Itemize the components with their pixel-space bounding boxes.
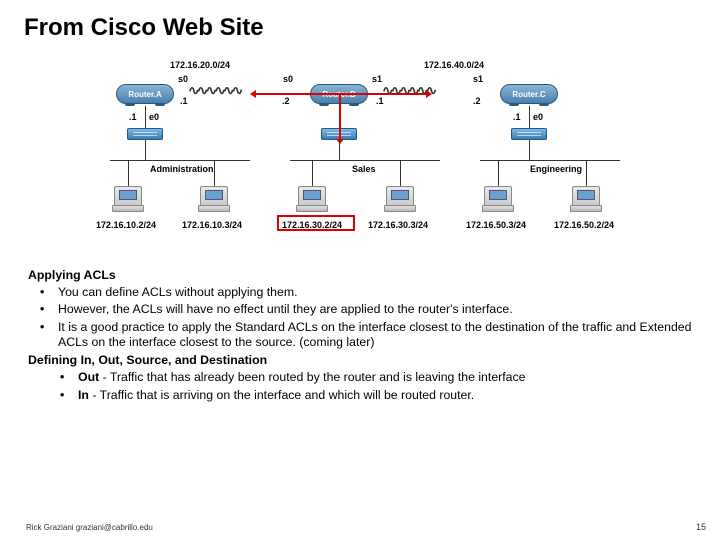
addr-label: .1 bbox=[376, 96, 384, 106]
link bbox=[529, 106, 530, 128]
iface-label: e0 bbox=[149, 112, 159, 122]
page-number: 15 bbox=[696, 522, 706, 532]
pc-icon bbox=[114, 186, 142, 208]
link bbox=[312, 160, 313, 186]
section-heading: Defining In, Out, Source, and Destinatio… bbox=[28, 353, 692, 369]
link bbox=[400, 160, 401, 186]
addr-label: .2 bbox=[282, 96, 290, 106]
body-text: Applying ACLs You can define ACLs withou… bbox=[0, 268, 720, 403]
iface-label: s1 bbox=[473, 74, 483, 84]
addr-label: .1 bbox=[180, 96, 188, 106]
traffic-arrow-down bbox=[339, 93, 341, 139]
link bbox=[214, 160, 215, 186]
term: Out bbox=[78, 370, 99, 384]
pc-icon bbox=[386, 186, 414, 208]
highlight-box bbox=[277, 215, 355, 231]
host-label: 172.16.50.2/24 bbox=[554, 220, 614, 230]
pc-icon bbox=[572, 186, 600, 208]
iface-label: s0 bbox=[283, 74, 293, 84]
switch-icon bbox=[511, 128, 547, 140]
footer-author: Rick Graziani graziani@cabrillo.edu bbox=[26, 523, 153, 532]
link bbox=[145, 140, 146, 160]
list-item: It is a good practice to apply the Stand… bbox=[38, 320, 692, 351]
pc-icon bbox=[484, 186, 512, 208]
section-heading: Applying ACLs bbox=[28, 268, 692, 284]
router-a-icon: Router.A bbox=[116, 84, 174, 104]
link bbox=[586, 160, 587, 186]
link bbox=[128, 160, 129, 186]
host-label: 172.16.10.2/24 bbox=[96, 220, 156, 230]
subnet-label: 172.16.40.0/24 bbox=[424, 60, 484, 70]
serial-link: ∿∿∿∿∿∿ bbox=[188, 83, 240, 98]
lan-bus bbox=[110, 160, 250, 161]
link bbox=[529, 140, 530, 160]
list-item: However, the ACLs will have no effect un… bbox=[38, 302, 692, 318]
host-label: 172.16.10.3/24 bbox=[182, 220, 242, 230]
lan-label: Administration bbox=[150, 164, 214, 174]
iface-label: s1 bbox=[372, 74, 382, 84]
addr-label: .1 bbox=[129, 112, 137, 122]
list-item: You can define ACLs without applying the… bbox=[38, 285, 692, 301]
addr-label: .2 bbox=[473, 96, 481, 106]
lan-label: Engineering bbox=[530, 164, 582, 174]
router-c-icon: Router.C bbox=[500, 84, 558, 104]
term: In bbox=[78, 388, 89, 402]
switch-icon bbox=[127, 128, 163, 140]
page-title: From Cisco Web Site bbox=[0, 0, 720, 42]
network-diagram: 172.16.20.0/24 172.16.40.0/24 Router.A R… bbox=[100, 60, 620, 260]
list-item: Out - Traffic that has already been rout… bbox=[58, 370, 692, 386]
pc-icon bbox=[200, 186, 228, 208]
host-label: 172.16.50.3/24 bbox=[466, 220, 526, 230]
subnet-label: 172.16.20.0/24 bbox=[170, 60, 230, 70]
lan-bus bbox=[480, 160, 620, 161]
link bbox=[145, 106, 146, 128]
desc: - Traffic that is arriving on the interf… bbox=[89, 388, 474, 402]
iface-label: s0 bbox=[178, 74, 188, 84]
bullet-list: You can define ACLs without applying the… bbox=[28, 285, 692, 351]
pc-icon bbox=[298, 186, 326, 208]
iface-label: e0 bbox=[533, 112, 543, 122]
addr-label: .1 bbox=[513, 112, 521, 122]
list-item: In - Traffic that is arriving on the int… bbox=[58, 388, 692, 404]
traffic-arrow bbox=[256, 93, 426, 95]
link bbox=[339, 140, 340, 160]
sub-bullet-list: Out - Traffic that has already been rout… bbox=[28, 370, 692, 403]
lan-label: Sales bbox=[352, 164, 376, 174]
host-label: 172.16.30.3/24 bbox=[368, 220, 428, 230]
link bbox=[498, 160, 499, 186]
desc: - Traffic that has already been routed b… bbox=[99, 370, 525, 384]
